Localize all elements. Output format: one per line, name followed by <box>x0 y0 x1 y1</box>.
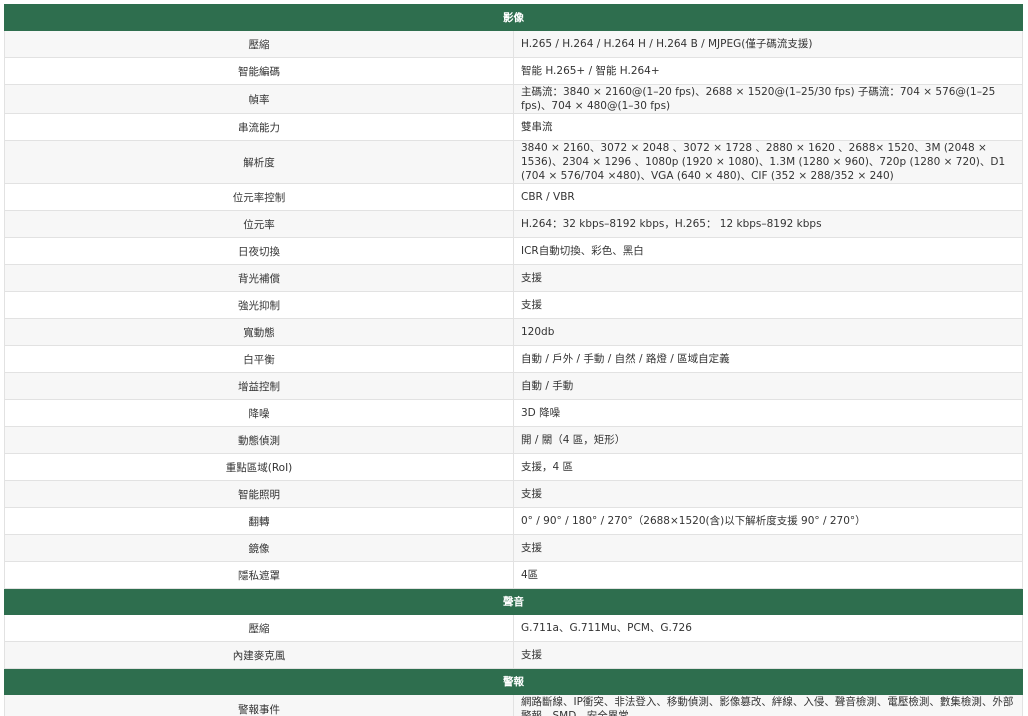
spec-label: 日夜切換 <box>4 237 514 265</box>
spec-value: H.265 / H.264 / H.264 H / H.264 B / MJPE… <box>513 30 1023 58</box>
spec-row: 翻轉 0° / 90° / 180° / 270°（2688×1520(含)以下解… <box>4 507 1023 535</box>
spec-row: 增益控制 自動 / 手動 <box>4 372 1023 400</box>
spec-label: 白平衡 <box>4 345 514 373</box>
spec-table-body: 影像 壓縮 H.265 / H.264 / H.264 H / H.264 B / … <box>4 4 1023 716</box>
spec-row: 位元率控制 CBR / VBR <box>4 183 1023 211</box>
spec-value: 120db <box>513 318 1023 346</box>
spec-label: 幀率 <box>4 84 514 114</box>
spec-value: ICR自動切換、彩色、黑白 <box>513 237 1023 265</box>
spec-value: 自動 / 手動 <box>513 372 1023 400</box>
spec-row: 動態偵測開 / 關（4 區，矩形） <box>4 426 1023 454</box>
spec-row: 重點區域(RoI) 支援，4 區 <box>4 453 1023 481</box>
spec-label: 串流能力 <box>4 113 514 141</box>
section-header-row: 影像 <box>4 4 1023 31</box>
spec-value: 3D 降噪 <box>513 399 1023 427</box>
spec-value: 智能 H.265+ / 智能 H.264+ <box>513 57 1023 85</box>
spec-label: 壓縮 <box>4 614 514 642</box>
spec-row: 幀率 主碼流：3840 × 2160@(1–20 fps)、2688 × 1520… <box>4 84 1023 114</box>
spec-label: 寬動態 <box>4 318 514 346</box>
spec-label: 壓縮 <box>4 30 514 58</box>
spec-row: 隱私遮罩 4區 <box>4 561 1023 589</box>
spec-label: 隱私遮罩 <box>4 561 514 589</box>
spec-label: 強光抑制 <box>4 291 514 319</box>
spec-value: 支援 <box>513 264 1023 292</box>
spec-value: 自動 / 戶外 / 手動 / 自然 / 路燈 / 區域自定義 <box>513 345 1023 373</box>
spec-row: 強光抑制 支援 <box>4 291 1023 319</box>
spec-table: 影像 壓縮 H.265 / H.264 / H.264 H / H.264 B / … <box>4 4 1023 716</box>
spec-label: 智能編碼 <box>4 57 514 85</box>
spec-label: 重點區域(RoI) <box>4 453 514 481</box>
spec-row: 內建麥克風 支援 <box>4 641 1023 669</box>
section-title: 影像 <box>4 4 1023 31</box>
spec-label: 位元率 <box>4 210 514 238</box>
spec-value: 0° / 90° / 180° / 270°（2688×1520(含)以下解析度… <box>513 507 1023 535</box>
spec-value: 主碼流：3840 × 2160@(1–20 fps)、2688 × 1520@(… <box>513 84 1023 114</box>
spec-label: 鏡像 <box>4 534 514 562</box>
section-title: 聲音 <box>4 588 1023 615</box>
spec-value: CBR / VBR <box>513 183 1023 211</box>
spec-value: 支援，4 區 <box>513 453 1023 481</box>
spec-value: 支援 <box>513 480 1023 508</box>
spec-row: 鏡像 支援 <box>4 534 1023 562</box>
spec-value: G.711a、G.711Mu、PCM、G.726 <box>513 614 1023 642</box>
spec-row: 壓縮 H.265 / H.264 / H.264 H / H.264 B / MJ… <box>4 30 1023 58</box>
spec-row: 警報事件 網路斷線、IP衝突、非法登入、移動偵測、影像篡改、絆線、入侵、聲音檢測、… <box>4 694 1023 716</box>
spec-row: 解析度 3840 × 2160、3072 × 2048 、3072 × 1728 … <box>4 140 1023 184</box>
spec-row: 白平衡 自動 / 戶外 / 手動 / 自然 / 路燈 / 區域自定義 <box>4 345 1023 373</box>
spec-row: 日夜切換 ICR自動切換、彩色、黑白 <box>4 237 1023 265</box>
section-title: 警報 <box>4 668 1023 695</box>
spec-row: 智能照明 支援 <box>4 480 1023 508</box>
spec-value: 雙串流 <box>513 113 1023 141</box>
spec-label: 內建麥克風 <box>4 641 514 669</box>
spec-value: 4區 <box>513 561 1023 589</box>
spec-value: H.264：32 kbps–8192 kbps，H.265： 12 kbps–8… <box>513 210 1023 238</box>
spec-page: 影像 壓縮 H.265 / H.264 / H.264 H / H.264 B / … <box>0 0 1028 716</box>
spec-row: 位元率 H.264：32 kbps–8192 kbps，H.265： 12 kbp… <box>4 210 1023 238</box>
spec-label: 增益控制 <box>4 372 514 400</box>
spec-value: 3840 × 2160、3072 × 2048 、3072 × 1728 、28… <box>513 140 1023 184</box>
spec-label: 警報事件 <box>4 694 514 716</box>
spec-value: 網路斷線、IP衝突、非法登入、移動偵測、影像篡改、絆線、入侵、聲音檢測、電壓檢測… <box>513 694 1023 716</box>
spec-row: 寬動態 120db <box>4 318 1023 346</box>
spec-value: 支援 <box>513 291 1023 319</box>
spec-row: 壓縮 G.711a、G.711Mu、PCM、G.726 <box>4 614 1023 642</box>
spec-label: 智能照明 <box>4 480 514 508</box>
spec-label: 翻轉 <box>4 507 514 535</box>
section-header-row: 警報 <box>4 668 1023 695</box>
spec-label: 位元率控制 <box>4 183 514 211</box>
spec-value: 支援 <box>513 641 1023 669</box>
spec-value: 開 / 關（4 區，矩形） <box>513 426 1023 454</box>
spec-row: 串流能力 雙串流 <box>4 113 1023 141</box>
spec-label: 降噪 <box>4 399 514 427</box>
spec-value: 支援 <box>513 534 1023 562</box>
spec-row: 智能編碼 智能 H.265+ / 智能 H.264+ <box>4 57 1023 85</box>
spec-label: 背光補償 <box>4 264 514 292</box>
spec-row: 降噪 3D 降噪 <box>4 399 1023 427</box>
spec-row: 背光補償 支援 <box>4 264 1023 292</box>
spec-label: 解析度 <box>4 140 514 184</box>
spec-label: 動態偵測 <box>4 426 514 454</box>
section-header-row: 聲音 <box>4 588 1023 615</box>
